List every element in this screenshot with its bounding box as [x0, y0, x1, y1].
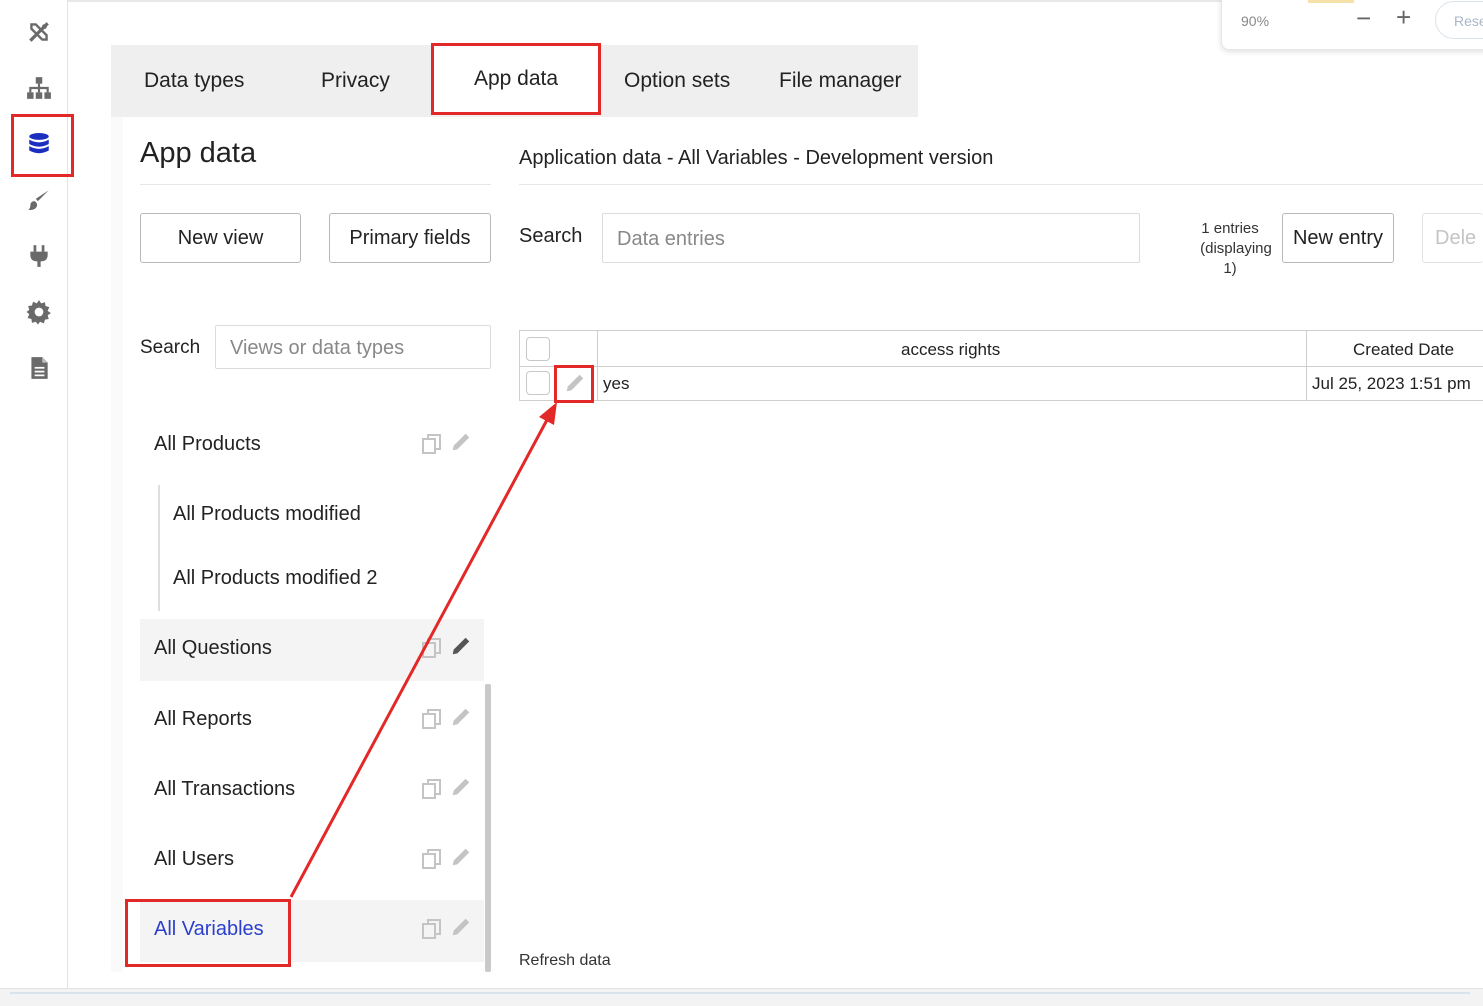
tab-privacy[interactable]: Privacy: [321, 45, 390, 117]
design-icon[interactable]: [19, 12, 59, 52]
copy-icon[interactable]: [420, 707, 444, 731]
view-item-all-products[interactable]: All Products: [140, 415, 484, 477]
zoom-level: 90%: [1241, 13, 1270, 29]
app-data-heading: Application data - All Variables - Devel…: [519, 147, 994, 169]
zoom-in-button[interactable]: +: [1396, 2, 1411, 33]
view-item-all-products-modified[interactable]: All Products modified: [173, 503, 361, 526]
nested-views-guide: [158, 485, 160, 611]
heading-divider: [519, 184, 1483, 185]
copy-icon[interactable]: [420, 636, 444, 660]
data-icon-highlight: [11, 114, 74, 177]
entry-count: 1 entries (displaying 1): [1180, 219, 1280, 279]
annotation-arrow-head: [539, 402, 557, 425]
edit-icon[interactable]: [450, 431, 472, 453]
views-search-input[interactable]: Views or data types: [215, 325, 491, 369]
settings-icon[interactable]: [19, 292, 59, 332]
workflow-icon[interactable]: [19, 68, 59, 108]
plugins-icon[interactable]: [19, 236, 59, 276]
select-all-checkbox[interactable]: [526, 337, 550, 361]
column-created-date[interactable]: Created Date: [1353, 340, 1454, 360]
logs-icon[interactable]: [19, 348, 59, 388]
view-item-label: All Questions: [154, 637, 272, 659]
column-divider: [597, 331, 598, 401]
view-item-label: All Reports: [154, 708, 252, 730]
tab-option-sets[interactable]: Option sets: [624, 45, 730, 117]
view-item-all-products-modified-2[interactable]: All Products modified 2: [173, 567, 378, 590]
column-access-rights[interactable]: access rights: [901, 340, 1000, 360]
edit-icon[interactable]: [450, 635, 472, 657]
new-view-button[interactable]: New view: [140, 213, 301, 263]
edit-icon[interactable]: [450, 776, 472, 798]
entry-count-total: 1 entries: [1201, 220, 1259, 237]
styles-icon[interactable]: [19, 180, 59, 220]
cell-created-date: Jul 25, 2023 1:51 pm: [1312, 374, 1471, 393]
row-checkbox[interactable]: [526, 371, 550, 395]
copy-icon[interactable]: [420, 432, 444, 456]
data-tabs: Data types Privacy App data Option sets …: [111, 43, 918, 117]
edit-icon[interactable]: [450, 846, 472, 868]
tab-file-manager[interactable]: File manager: [779, 45, 902, 117]
table-row[interactable]: yes Jul 25, 2023 1:51 pm: [520, 367, 1483, 401]
copy-icon[interactable]: [420, 917, 444, 941]
cell-access-rights: yes: [603, 374, 630, 393]
title-divider: [140, 184, 491, 185]
edit-icon[interactable]: [450, 706, 472, 728]
left-panel-gutter: [111, 117, 123, 972]
window-edge-bottom: [0, 988, 1483, 1006]
new-entry-button[interactable]: New entry: [1282, 213, 1394, 263]
primary-fields-button[interactable]: Primary fields: [329, 213, 491, 263]
zoom-control: 90% − + Rese: [1221, 0, 1483, 50]
view-item-all-users[interactable]: All Users: [140, 830, 484, 892]
views-scrollbar[interactable]: [485, 684, 491, 972]
views-search-label: Search: [140, 337, 201, 358]
copy-icon[interactable]: [420, 777, 444, 801]
entry-count-displaying-value: 1): [1223, 260, 1237, 277]
page-title: App data: [140, 137, 257, 169]
zoom-accent: [1308, 0, 1354, 3]
delete-button[interactable]: Dele: [1422, 213, 1483, 263]
copy-icon[interactable]: [420, 847, 444, 871]
refresh-data-link[interactable]: Refresh data: [519, 952, 611, 970]
view-item-label: All Transactions: [154, 778, 296, 800]
all-variables-highlight: [125, 899, 291, 967]
tab-app-data[interactable]: App data: [431, 43, 601, 115]
table-header: access rights Created Date: [520, 331, 1483, 367]
entries-search-label: Search: [519, 225, 583, 247]
view-item-label: All Products: [154, 433, 261, 455]
column-divider: [1306, 331, 1307, 401]
edit-entry-highlight: [554, 365, 594, 403]
zoom-reset-button[interactable]: Rese: [1435, 1, 1483, 39]
data-entries-table: access rights Created Date yes Jul 25, 2…: [519, 330, 1483, 401]
entries-search-input[interactable]: Data entries: [602, 213, 1140, 263]
edit-icon[interactable]: [450, 916, 472, 938]
tab-data-types[interactable]: Data types: [144, 45, 244, 117]
view-item-label: All Users: [154, 848, 235, 870]
zoom-out-button[interactable]: −: [1356, 3, 1371, 34]
view-item-all-reports[interactable]: All Reports: [140, 690, 484, 752]
view-item-all-transactions[interactable]: All Transactions: [140, 760, 484, 822]
entry-count-displaying: (displaying: [1200, 240, 1272, 257]
view-item-all-questions[interactable]: All Questions: [140, 619, 484, 681]
